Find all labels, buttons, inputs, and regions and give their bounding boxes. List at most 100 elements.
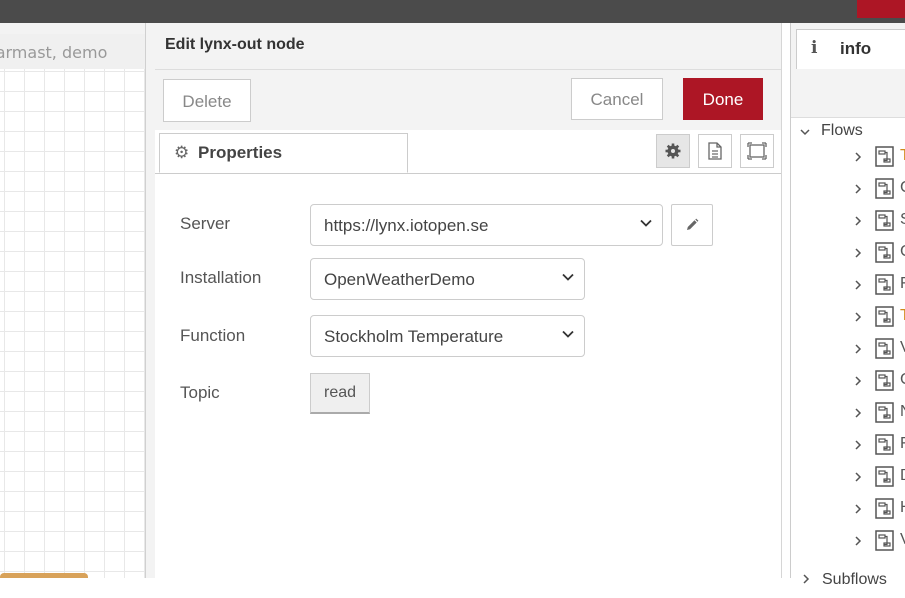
tabs-bar: ⚙ Properties xyxy=(155,130,781,174)
flow-label: C xyxy=(900,243,905,261)
server-select[interactable]: https://lynx.iotopen.se xyxy=(310,204,663,246)
server-label: Server xyxy=(180,214,231,233)
flow-label: V xyxy=(900,531,905,549)
gear-icon: ⚙ xyxy=(174,143,190,163)
chevron-right-icon xyxy=(855,472,862,482)
workspace: Varmast, demo xyxy=(0,23,145,578)
flow-label: V xyxy=(900,339,905,357)
flow-label: D xyxy=(900,467,905,485)
flow-item[interactable]: C xyxy=(791,174,905,206)
flow-icon xyxy=(875,370,894,391)
chevron-right-icon xyxy=(855,216,862,226)
flow-label: F xyxy=(900,435,905,452)
chevron-right-icon xyxy=(855,248,862,258)
server-value: https://lynx.iotopen.se xyxy=(324,216,489,235)
workspace-tab-label: Varmast, demo xyxy=(0,43,108,62)
flow-label: F xyxy=(900,275,905,292)
chevron-right-icon xyxy=(855,312,862,322)
flows-label: Flows xyxy=(821,122,863,139)
flow-icon xyxy=(875,530,894,551)
flow-icon xyxy=(875,242,894,263)
flow-label: T xyxy=(900,307,905,324)
flow-label: T xyxy=(900,147,905,164)
chevron-right-icon xyxy=(855,504,862,514)
settings-tab[interactable] xyxy=(656,134,690,168)
tab-info-label: info xyxy=(840,39,872,58)
chevron-right-icon xyxy=(855,280,862,290)
flow-label: H xyxy=(900,499,905,517)
chevron-down-icon xyxy=(640,219,652,227)
delete-button[interactable]: Delete xyxy=(163,79,251,122)
flow-icon xyxy=(875,402,894,423)
flow-icon xyxy=(875,338,894,359)
flow-label: S xyxy=(900,211,905,229)
subflows-label: Subflows xyxy=(822,571,887,588)
flow-label: C xyxy=(900,179,905,197)
flow-item[interactable]: T xyxy=(791,302,905,334)
flow-item[interactable]: N xyxy=(791,398,905,430)
edit-tray: Edit lynx-out node Delete Cancel Done ⚙ … xyxy=(155,23,782,578)
flow-item[interactable]: H xyxy=(791,494,905,526)
function-label: Function xyxy=(180,326,246,345)
flow-item[interactable]: F xyxy=(791,270,905,302)
chevron-right-icon xyxy=(855,344,862,354)
flow-icon xyxy=(875,274,894,295)
sidebar: i info Flows TCSCFTVCNFDHV Subflows xyxy=(790,23,905,588)
chevron-right-icon xyxy=(855,376,862,386)
chevron-down-icon xyxy=(800,129,810,136)
flow-label: C xyxy=(900,371,905,389)
chevron-right-icon xyxy=(855,152,862,162)
chevron-right-icon xyxy=(803,574,810,584)
tab-info[interactable]: i info xyxy=(796,29,905,69)
flows-tree: Flows TCSCFTVCNFDHV Subflows xyxy=(791,118,905,588)
tab-properties-label: Properties xyxy=(198,143,283,162)
workspace-node[interactable] xyxy=(0,573,88,578)
top-bar xyxy=(0,0,905,23)
chevron-right-icon xyxy=(855,184,862,194)
tab-properties[interactable]: ⚙ Properties xyxy=(159,133,408,173)
gear-icon xyxy=(665,143,681,159)
installation-value: OpenWeatherDemo xyxy=(324,270,475,289)
flow-icon xyxy=(875,434,894,455)
flow-icon xyxy=(875,498,894,519)
topic-button[interactable]: read xyxy=(310,373,370,414)
flow-item[interactable]: V xyxy=(791,526,905,558)
flow-icon xyxy=(875,306,894,327)
edit-server-button[interactable] xyxy=(671,204,713,246)
installation-label: Installation xyxy=(180,268,262,287)
workspace-grid[interactable] xyxy=(0,69,145,578)
node-appearance-icon xyxy=(747,142,767,160)
function-value: Stockholm Temperature xyxy=(324,327,504,346)
description-tab[interactable] xyxy=(698,134,732,168)
flow-item[interactable]: T xyxy=(791,142,905,174)
function-select[interactable]: Stockholm Temperature xyxy=(310,315,585,357)
info-icon: i xyxy=(811,38,818,58)
flow-item[interactable]: C xyxy=(791,238,905,270)
tray-header: Edit lynx-out node xyxy=(155,23,781,70)
chevron-down-icon xyxy=(562,273,574,281)
sidebar-toolbar xyxy=(791,69,905,118)
chevron-right-icon xyxy=(855,408,862,418)
subflows-group[interactable]: Subflows xyxy=(791,566,905,598)
flow-item[interactable]: V xyxy=(791,334,905,366)
flow-icon xyxy=(875,146,894,167)
flow-item[interactable]: D xyxy=(791,462,905,494)
pencil-icon xyxy=(687,218,699,230)
workspace-tab[interactable]: Varmast, demo xyxy=(0,34,145,70)
tray-toolbar: Delete Cancel Done xyxy=(155,70,781,131)
done-button[interactable]: Done xyxy=(683,78,763,120)
chevron-down-icon xyxy=(562,330,574,338)
chevron-right-icon xyxy=(855,440,862,450)
cancel-button[interactable]: Cancel xyxy=(571,78,663,120)
deploy-button[interactable] xyxy=(857,0,905,18)
installation-select[interactable]: OpenWeatherDemo xyxy=(310,258,585,300)
flow-label: N xyxy=(900,403,905,421)
flow-item[interactable]: S xyxy=(791,206,905,238)
flow-item[interactable]: F xyxy=(791,430,905,462)
chevron-right-icon xyxy=(855,536,862,546)
document-icon xyxy=(708,142,722,160)
flow-icon xyxy=(875,178,894,199)
appearance-tab[interactable] xyxy=(740,134,774,168)
flow-item[interactable]: C xyxy=(791,366,905,398)
tray-title: Edit lynx-out node xyxy=(165,36,305,53)
